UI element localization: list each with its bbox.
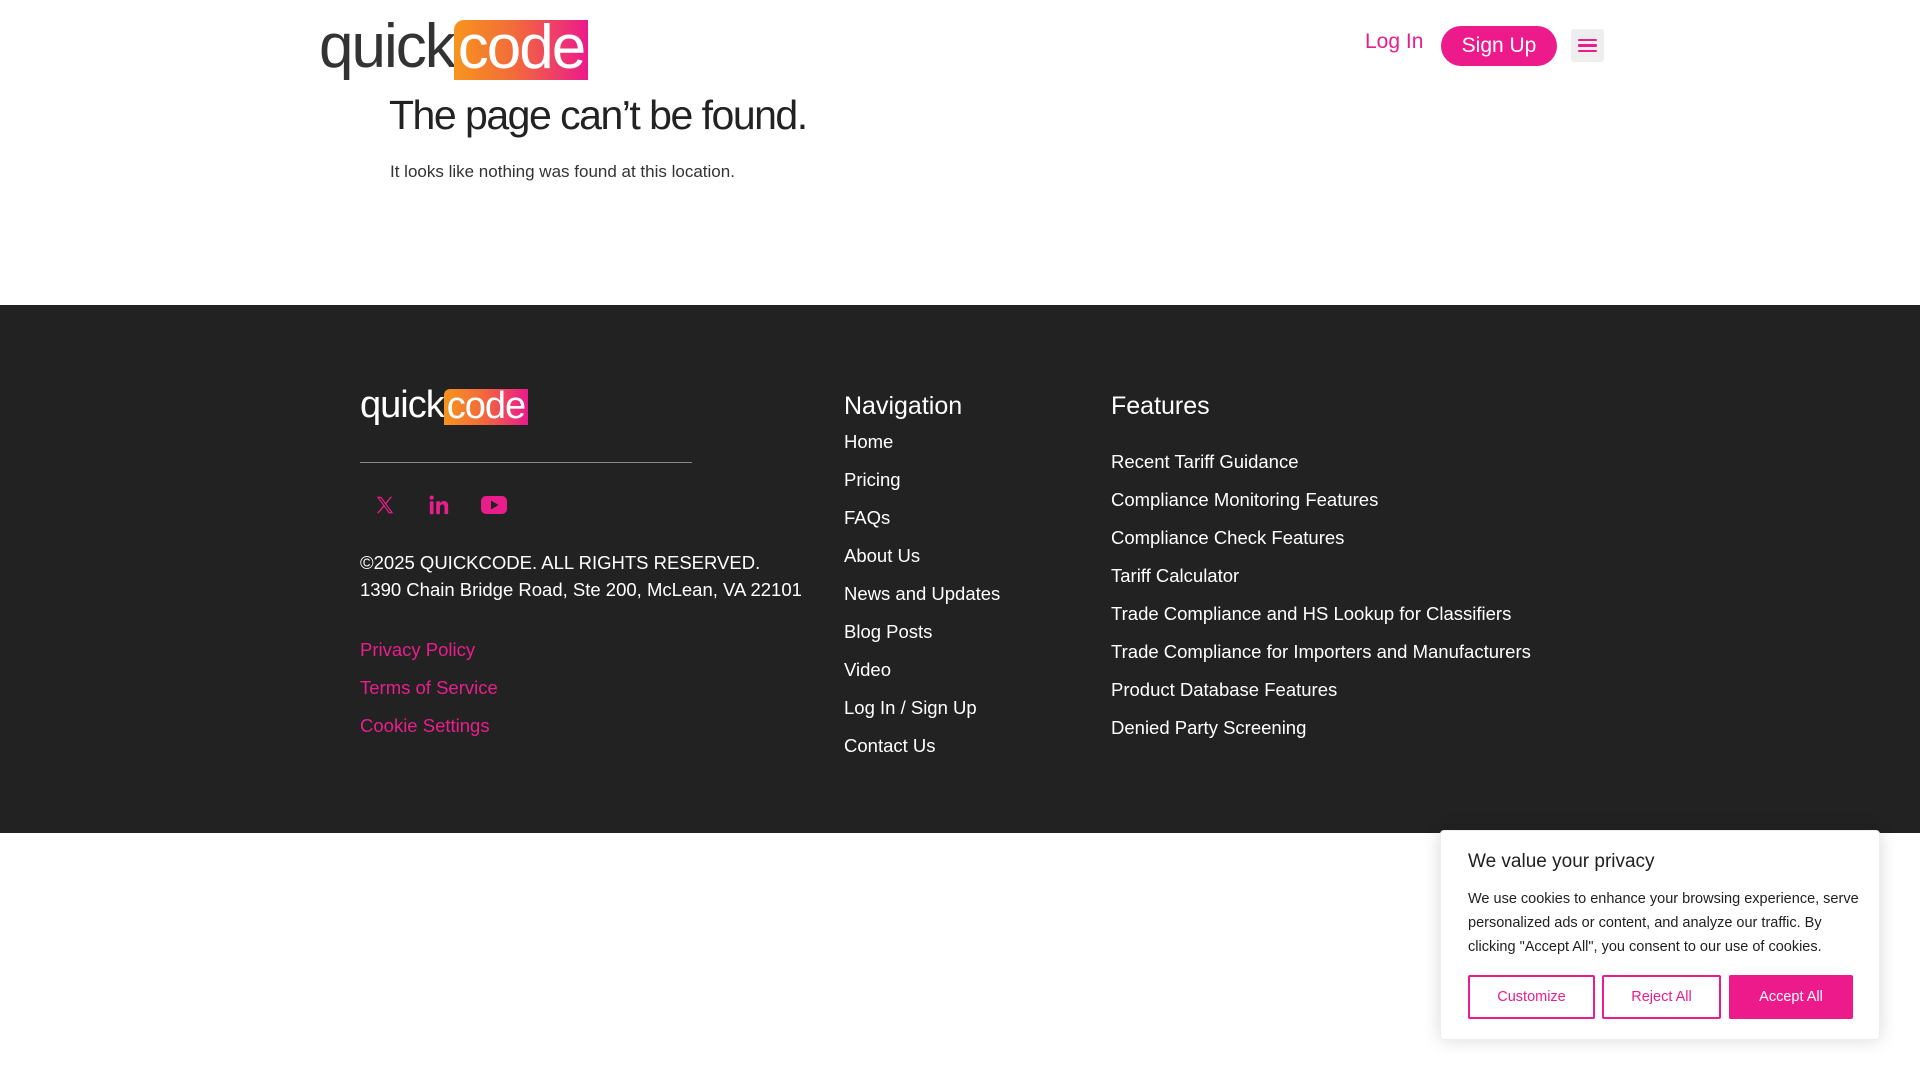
footer-nav-pricing[interactable]: Pricing: [844, 469, 901, 491]
footer-feature-link[interactable]: Product Database Features: [1111, 679, 1337, 701]
footer-feature-link[interactable]: Denied Party Screening: [1111, 717, 1306, 739]
footer-feature-link[interactable]: Tariff Calculator: [1111, 565, 1239, 587]
cookie-consent-banner: We value your privacy We use cookies to …: [1440, 830, 1880, 1040]
footer-feature-link[interactable]: Compliance Monitoring Features: [1111, 489, 1378, 511]
navigation-heading: Navigation: [844, 392, 963, 420]
footer-feature-link[interactable]: Trade Compliance for Importers and Manuf…: [1111, 641, 1531, 663]
address-text: 1390 Chain Bridge Road, Ste 200, McLean,…: [360, 579, 802, 600]
quickcode-logo[interactable]: quick code: [319, 12, 589, 81]
customize-button[interactable]: Customize: [1468, 975, 1595, 1019]
footer-nav-video[interactable]: Video: [844, 659, 891, 681]
accept-all-button[interactable]: Accept All: [1729, 975, 1853, 1019]
menu-bar: [1578, 49, 1597, 53]
features-heading: Features: [1111, 392, 1210, 420]
hamburger-menu-icon[interactable]: [1571, 29, 1604, 62]
copyright-text: ©2025 QUICKCODE. ALL RIGHTS RESERVED.: [360, 552, 761, 573]
footer-feature-link[interactable]: Trade Compliance and HS Lookup for Class…: [1111, 603, 1511, 625]
site-footer: quick code ©2025 QUICKCODE. ALL RIGHTS RE…: [0, 305, 1920, 833]
footer-nav-login-signup[interactable]: Log In / Sign Up: [844, 697, 977, 719]
cookie-banner-text: We use cookies to enhance your browsing …: [1468, 891, 1859, 955]
footer-nav-contact-us[interactable]: Contact Us: [844, 735, 936, 757]
footer-nav-faqs[interactable]: FAQs: [844, 507, 890, 529]
footer-divider: [360, 462, 692, 463]
footer-nav-home[interactable]: Home: [844, 431, 893, 453]
linkedin-icon[interactable]: [423, 489, 455, 521]
privacy-policy-link[interactable]: Privacy Policy: [360, 639, 475, 661]
menu-bar: [1578, 44, 1597, 47]
footer-nav-blog-posts[interactable]: Blog Posts: [844, 621, 932, 643]
footer-logo-quick-text: quick: [360, 384, 445, 426]
logo-code-text: code: [453, 17, 589, 80]
reject-all-button[interactable]: Reject All: [1602, 975, 1721, 1019]
youtube-icon[interactable]: [478, 489, 510, 521]
footer-logo[interactable]: quick code: [360, 384, 529, 426]
footer-nav-about-us[interactable]: About Us: [844, 545, 920, 567]
footer-nav-news[interactable]: News and Updates: [844, 583, 1000, 605]
page-title: The page can’t be found.: [389, 92, 808, 138]
menu-bar: [1578, 38, 1597, 42]
not-found-message: It looks like nothing was found at this …: [390, 162, 735, 181]
footer-feature-link[interactable]: Recent Tariff Guidance: [1111, 451, 1299, 473]
login-link[interactable]: Log In: [1365, 30, 1423, 54]
site-header: quick code Log In Sign Up: [0, 0, 1920, 100]
logo-quick-text: quick: [319, 12, 456, 81]
cookie-settings-link[interactable]: Cookie Settings: [360, 715, 490, 737]
footer-feature-link[interactable]: Compliance Check Features: [1111, 527, 1344, 549]
terms-of-service-link[interactable]: Terms of Service: [360, 677, 498, 699]
signup-button[interactable]: Sign Up: [1441, 26, 1557, 66]
footer-logo-code-text: code: [443, 387, 529, 425]
x-twitter-icon[interactable]: [369, 489, 401, 521]
copyright-block: ©2025 QUICKCODE. ALL RIGHTS RESERVED. 13…: [360, 549, 802, 603]
cookie-banner-title: We value your privacy: [1468, 851, 1655, 872]
